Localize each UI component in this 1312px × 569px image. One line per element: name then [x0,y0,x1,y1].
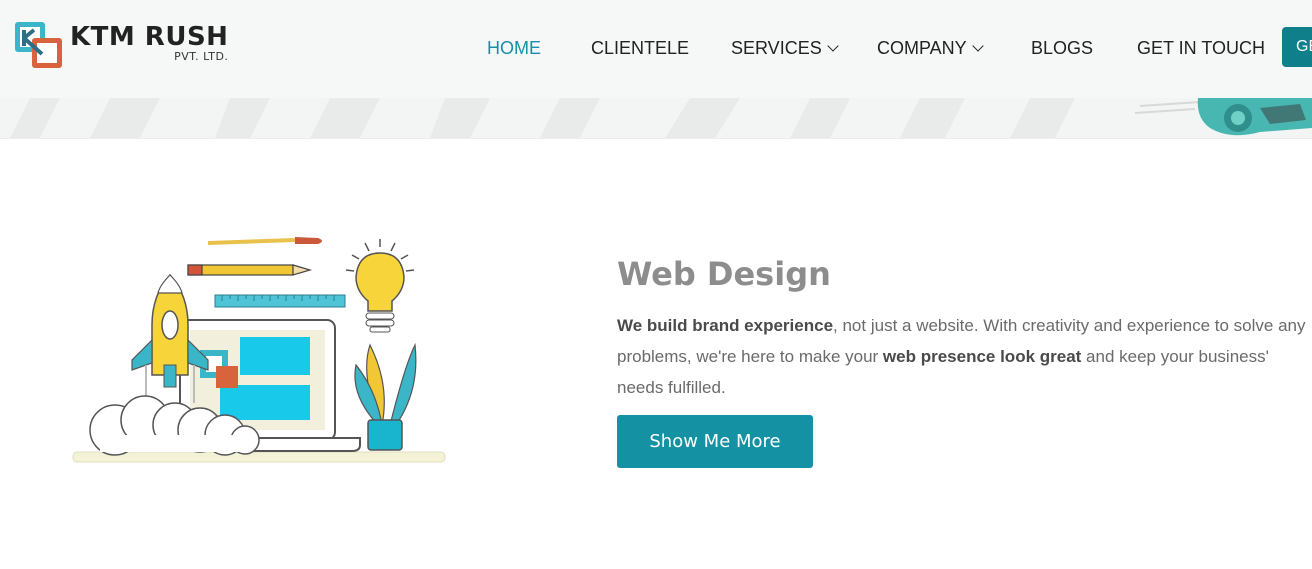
nav-item-get-in-touch[interactable]: GET IN TOUCH [1137,38,1265,59]
banner-pattern [10,98,1312,138]
lightbulb-icon [345,239,415,333]
header-cta-button[interactable]: GE [1282,27,1312,67]
nav-item-label: COMPANY [877,38,967,58]
nav-item-blogs[interactable]: BLOGS [1031,38,1093,59]
nav-item-label: HOME [487,38,541,58]
nav-item-company[interactable]: COMPANY [877,38,984,59]
banner-strip [0,98,1312,139]
chevron-down-icon [972,40,984,52]
paintbrush-icon [207,237,322,245]
nav-item-label: BLOGS [1031,38,1094,58]
description-bold-1: We build brand experience [617,316,834,335]
show-me-more-button[interactable]: Show Me More [617,415,813,468]
nav-item-home[interactable]: HOME [487,38,541,59]
section-description: We build brand experience, not just a we… [617,310,1307,403]
brand-name: KTM RUSH [70,22,229,52]
nav-item-label: SERVICES [731,38,822,58]
description-bold-2: web presence look great [882,347,1082,366]
nav-item-services[interactable]: SERVICES [731,38,839,59]
chevron-down-icon [827,40,839,52]
section-title: Web Design [617,255,831,293]
logo-mark-icon [15,22,62,68]
brand-logo[interactable]: KTM RUSH PVT. LTD. [14,20,228,70]
plant-icon [354,342,417,451]
logo-text: KTM RUSH PVT. LTD. [70,20,228,63]
nav-item-clientele[interactable]: CLIENTELE [591,38,689,59]
ruler-icon [214,294,346,308]
web-design-illustration [72,237,446,463]
nav-item-label: GET IN TOUCH [1137,38,1266,58]
service-content: Web Design We build brand experience, no… [617,252,1307,403]
pencil-icon [187,264,313,276]
nav-item-label: CLIENTELE [591,38,690,58]
site-header: KTM RUSH PVT. LTD. HOME CLIENTELE SERVIC… [0,0,1312,98]
scooter-graphic [1134,98,1312,136]
